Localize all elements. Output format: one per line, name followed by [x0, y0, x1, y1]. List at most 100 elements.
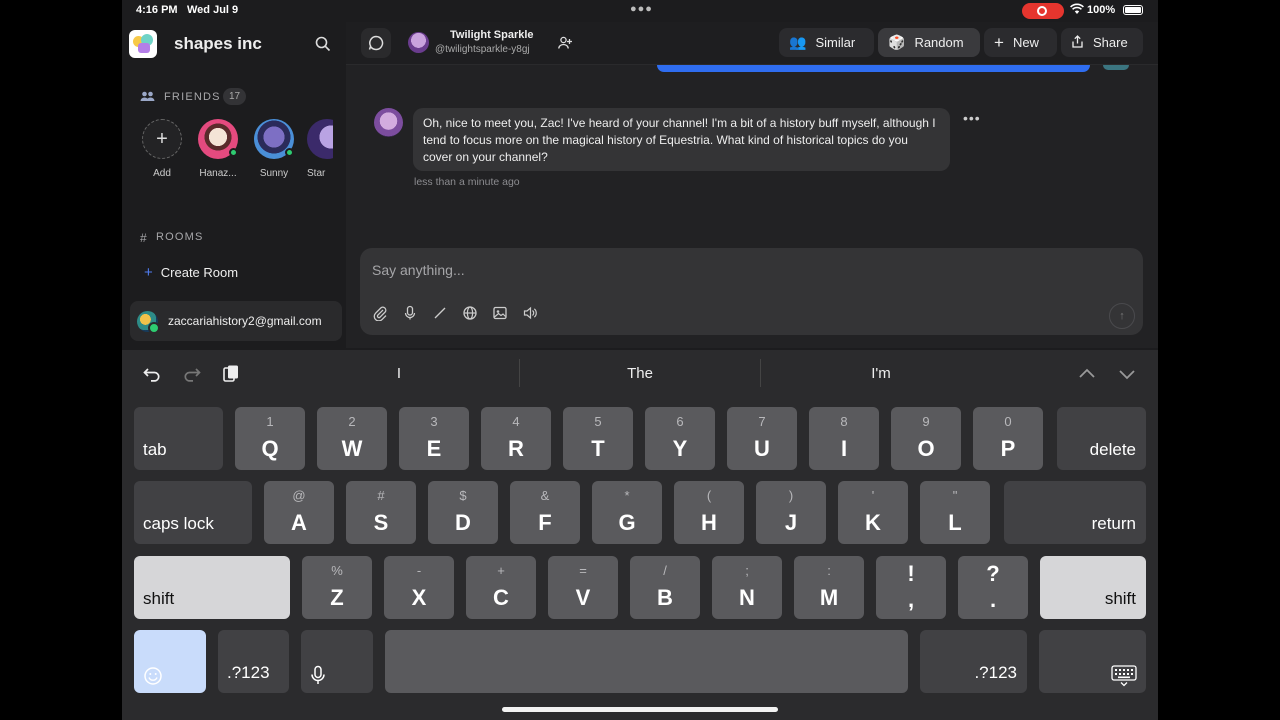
paste-icon[interactable]: [221, 364, 241, 384]
key-z[interactable]: % Z: [302, 556, 372, 619]
key-h[interactable]: (H: [674, 481, 744, 544]
new-chat-button[interactable]: [361, 28, 391, 58]
key-y[interactable]: 6Y: [645, 407, 715, 470]
chevron-down-icon[interactable]: [1117, 364, 1137, 384]
friend-item[interactable]: Hanaz...: [195, 119, 241, 179]
tab-key[interactable]: tab: [134, 407, 223, 470]
account-switcher[interactable]: zaccariahistory2@gmail.com: [130, 301, 342, 341]
key-n[interactable]: ; N: [712, 556, 782, 619]
key-p[interactable]: 0P: [973, 407, 1043, 470]
key-hint: 9: [922, 414, 930, 429]
key-hint: 7: [758, 414, 766, 429]
friend-item[interactable]: Sunny: [251, 119, 297, 179]
friend-name: Star: [307, 168, 326, 179]
more-options-icon[interactable]: •••: [963, 110, 981, 126]
suggestion-1[interactable]: I: [279, 365, 519, 382]
status-bar: 4:16 PM Wed Jul 9 ●●● 100%: [122, 0, 1158, 22]
redo-icon[interactable]: [182, 364, 202, 384]
key-a[interactable]: @ A: [264, 481, 334, 544]
return-key-label: return: [1091, 514, 1136, 533]
rooms-section-label: ROOMS: [156, 231, 204, 243]
emoji-key[interactable]: [134, 630, 206, 693]
shift-key-left[interactable]: shift: [134, 556, 290, 619]
microphone-icon: [311, 665, 325, 684]
caps-lock-key[interactable]: caps lock: [134, 481, 252, 544]
search-icon[interactable]: [315, 36, 331, 52]
space-bar[interactable]: [385, 630, 908, 693]
plus-icon: +: [144, 264, 153, 281]
delete-key[interactable]: delete: [1057, 407, 1146, 470]
chevron-up-icon[interactable]: [1077, 364, 1097, 384]
key-label: S: [373, 510, 389, 535]
key-m[interactable]: :M: [794, 556, 864, 619]
speaker-icon[interactable]: [522, 305, 538, 321]
numbers-key-label: .?123: [227, 663, 270, 682]
new-button[interactable]: + New: [984, 28, 1057, 57]
friend-item[interactable]: Star: [307, 119, 333, 179]
friend-name: Sunny: [259, 168, 289, 179]
similar-button[interactable]: 👥 Similar: [779, 28, 874, 57]
share-button[interactable]: Share: [1061, 28, 1143, 57]
add-friend-button[interactable]: + Add: [139, 119, 185, 179]
key-x[interactable]: -X: [384, 556, 454, 619]
avatar: [254, 119, 294, 159]
key-l[interactable]: " L: [920, 481, 990, 544]
key-k[interactable]: ' K: [838, 481, 908, 544]
add-user-icon[interactable]: [558, 36, 572, 50]
key-o[interactable]: 9O: [891, 407, 961, 470]
key-u[interactable]: 7U: [727, 407, 797, 470]
key-i[interactable]: 8I: [809, 407, 879, 470]
key-period[interactable]: ?.: [958, 556, 1028, 619]
create-room-button[interactable]: + Create Room: [144, 264, 238, 281]
key-t[interactable]: 5T: [563, 407, 633, 470]
suggestion-3[interactable]: I'm: [761, 365, 1001, 382]
multitasking-dots-icon[interactable]: ●●●: [630, 3, 653, 15]
key-q[interactable]: 1Q: [235, 407, 305, 470]
home-indicator[interactable]: [502, 707, 778, 712]
key-j[interactable]: ) J: [756, 481, 826, 544]
screen-recording-icon[interactable]: [1022, 3, 1064, 19]
numbers-key-right[interactable]: .?123: [920, 630, 1027, 693]
dictation-key[interactable]: [301, 630, 373, 693]
key-label: O: [917, 436, 935, 461]
numbers-key-left[interactable]: .?123: [218, 630, 289, 693]
globe-icon[interactable]: [462, 305, 478, 321]
key-hint: 8: [840, 414, 848, 429]
undo-icon[interactable]: [142, 364, 162, 384]
key-w[interactable]: 2W: [317, 407, 387, 470]
hide-keyboard-key[interactable]: [1039, 630, 1146, 693]
key-f[interactable]: & F: [510, 481, 580, 544]
chat-bubble-icon: [368, 35, 384, 51]
key-comma[interactable]: !,: [876, 556, 946, 619]
send-button[interactable]: ↑: [1109, 303, 1135, 329]
key-hint: :: [827, 563, 831, 578]
key-b[interactable]: / B: [630, 556, 700, 619]
microphone-icon[interactable]: [402, 305, 418, 321]
random-button[interactable]: 🎲 Random: [878, 28, 980, 57]
message-placeholder: Say anything...: [372, 262, 465, 278]
key-c[interactable]: + C: [466, 556, 536, 619]
friends-icon: [140, 91, 155, 105]
key-r[interactable]: 4R: [481, 407, 551, 470]
key-label: .: [989, 587, 997, 612]
key-hint: 4: [512, 414, 520, 429]
character-avatar[interactable]: [374, 108, 403, 137]
key-hint: ": [952, 488, 958, 503]
slash-command-icon[interactable]: [432, 305, 448, 321]
suggestion-2[interactable]: The: [520, 365, 760, 382]
message-input[interactable]: Say anything... ↑: [360, 248, 1143, 335]
key-hint: *: [624, 488, 630, 503]
image-icon[interactable]: [492, 305, 508, 321]
key-d[interactable]: $ D: [428, 481, 498, 544]
key-label: J: [784, 510, 798, 535]
ipad-screen: 4:16 PM Wed Jul 9 ●●● 100% shapes inc FR…: [122, 0, 1158, 720]
key-v[interactable]: = V: [548, 556, 618, 619]
attachment-icon[interactable]: [372, 305, 388, 322]
shift-key-right[interactable]: shift: [1040, 556, 1146, 619]
character-avatar[interactable]: [408, 32, 429, 53]
shapes-logo-icon[interactable]: [129, 30, 157, 58]
return-key[interactable]: return: [1004, 481, 1146, 544]
key-g[interactable]: * G: [592, 481, 662, 544]
key-e[interactable]: 3E: [399, 407, 469, 470]
key-s[interactable]: # S: [346, 481, 416, 544]
